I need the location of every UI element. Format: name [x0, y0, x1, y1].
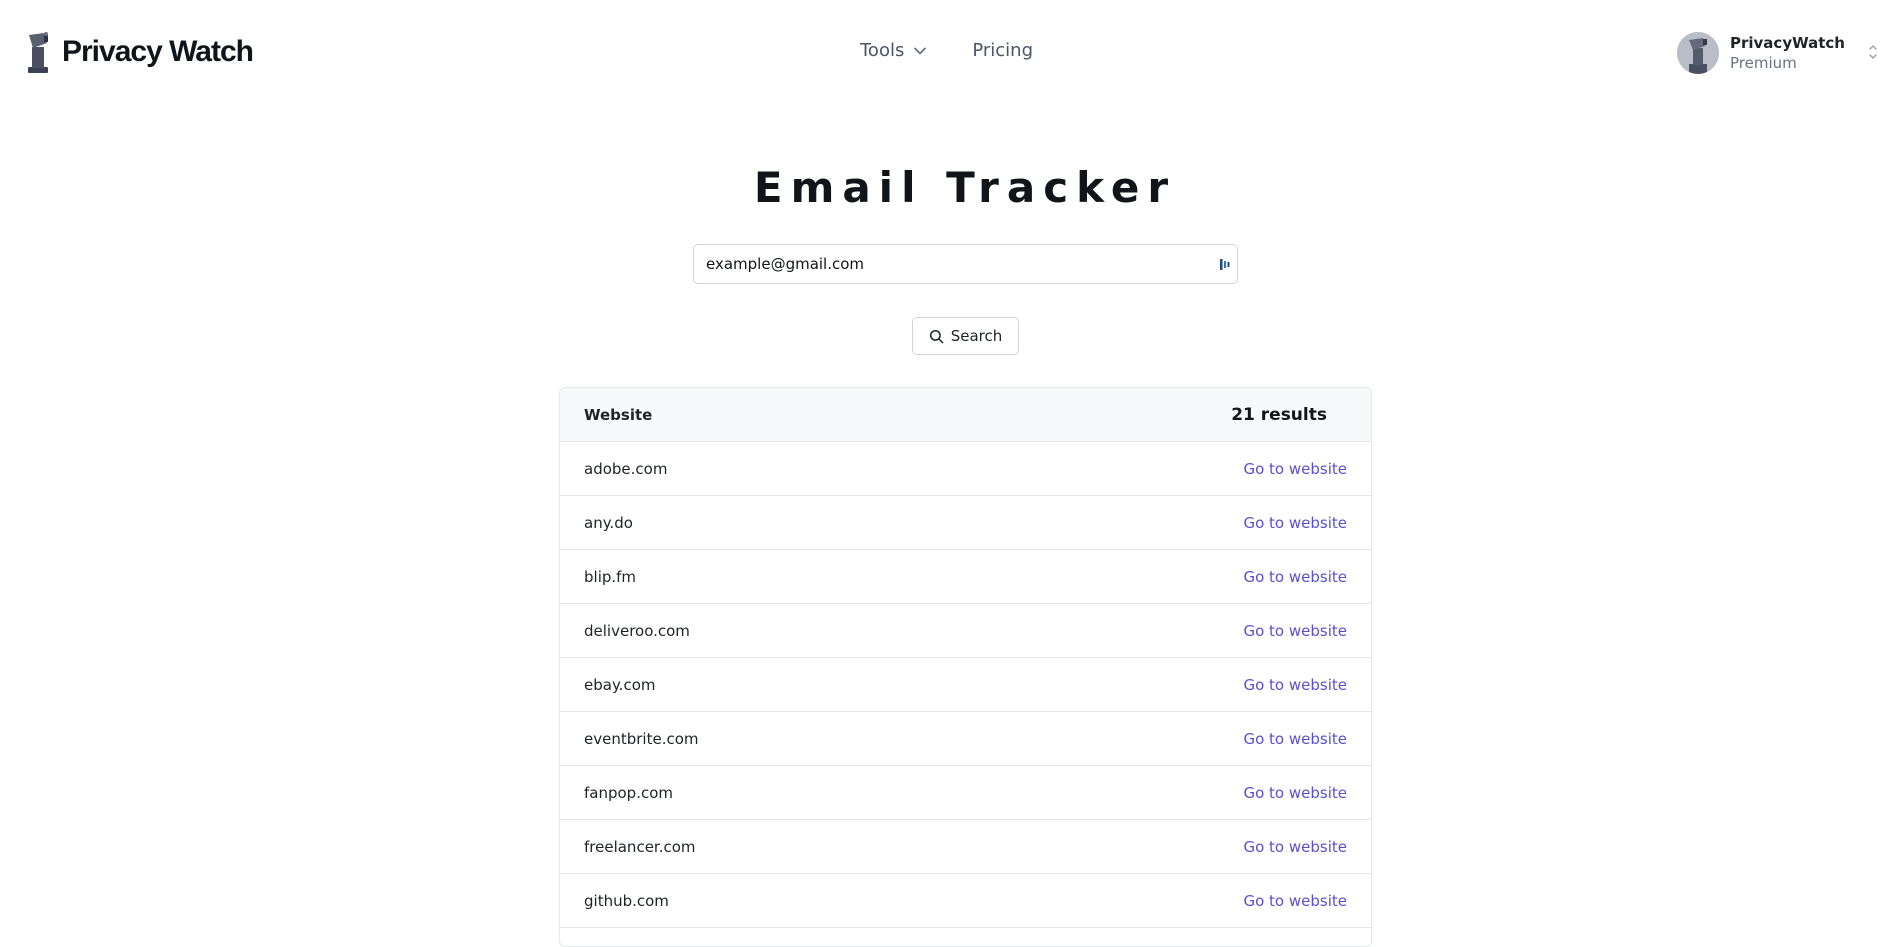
search-button[interactable]: Search	[912, 317, 1019, 355]
website-name: adobe.com	[584, 459, 668, 478]
avatar	[1677, 32, 1719, 74]
nav-tools-dropdown[interactable]: Tools	[860, 40, 927, 61]
go-to-website-link[interactable]: Go to website	[1243, 514, 1347, 532]
go-to-website-link[interactable]: Go to website	[1243, 892, 1347, 910]
table-row: freelancer.com Go to website	[560, 820, 1371, 874]
go-to-website-link[interactable]: Go to website	[1243, 676, 1347, 694]
website-name: ebay.com	[584, 675, 656, 694]
nav-tools-label: Tools	[860, 40, 905, 61]
email-input[interactable]	[706, 245, 1206, 283]
website-name: any.do	[584, 513, 633, 532]
nav-pricing-label: Pricing	[972, 40, 1034, 61]
table-row-partial	[560, 928, 1371, 946]
page-title: Email Tracker	[753, 163, 1177, 212]
results-count: 21 results	[1231, 404, 1327, 425]
go-to-website-link[interactable]: Go to website	[1243, 838, 1347, 856]
email-search-field[interactable]	[693, 244, 1238, 284]
search-button-label: Search	[950, 327, 1003, 345]
go-to-website-link[interactable]: Go to website	[1243, 622, 1347, 640]
brand-logo-link[interactable]: Privacy Watch	[24, 31, 254, 73]
brand-name: Privacy Watch	[62, 35, 254, 68]
main-nav: Tools Pricing	[860, 40, 1033, 61]
top-header: Privacy Watch Tools Pricing PrivacyWatch…	[0, 0, 1903, 100]
privacy-watch-logo-icon	[28, 32, 48, 73]
website-name: eventbrite.com	[584, 729, 699, 748]
password-manager-icon[interactable]	[1219, 257, 1231, 272]
table-row: blip.fm Go to website	[560, 550, 1371, 604]
website-name: blip.fm	[584, 567, 637, 586]
website-name: github.com	[584, 891, 669, 910]
table-row: fanpop.com Go to website	[560, 766, 1371, 820]
user-name: PrivacyWatch	[1730, 34, 1845, 52]
website-name: deliveroo.com	[584, 621, 690, 640]
results-table-header: Website 21 results	[560, 388, 1371, 442]
column-header-website: Website	[584, 405, 653, 424]
table-row: any.do Go to website	[560, 496, 1371, 550]
website-name: freelancer.com	[584, 837, 696, 856]
search-icon	[929, 329, 944, 343]
chevron-up-down-icon	[1869, 45, 1877, 59]
nav-pricing-link[interactable]: Pricing	[972, 40, 1033, 61]
avatar-robot-icon	[1677, 32, 1719, 74]
go-to-website-link[interactable]: Go to website	[1243, 460, 1347, 478]
results-table: Website 21 results adobe.com Go to websi…	[559, 387, 1372, 947]
chevron-down-icon	[914, 47, 927, 54]
table-row: adobe.com Go to website	[560, 442, 1371, 496]
table-row: deliveroo.com Go to website	[560, 604, 1371, 658]
user-info: PrivacyWatch Premium	[1730, 33, 1845, 73]
user-menu[interactable]: PrivacyWatch Premium	[1677, 31, 1879, 75]
table-row: github.com Go to website	[560, 874, 1371, 928]
user-plan: Premium	[1730, 54, 1797, 72]
go-to-website-link[interactable]: Go to website	[1243, 730, 1347, 748]
website-name: fanpop.com	[584, 783, 674, 802]
table-row: ebay.com Go to website	[560, 658, 1371, 712]
go-to-website-link[interactable]: Go to website	[1243, 784, 1347, 802]
table-row: eventbrite.com Go to website	[560, 712, 1371, 766]
go-to-website-link[interactable]: Go to website	[1243, 568, 1347, 586]
